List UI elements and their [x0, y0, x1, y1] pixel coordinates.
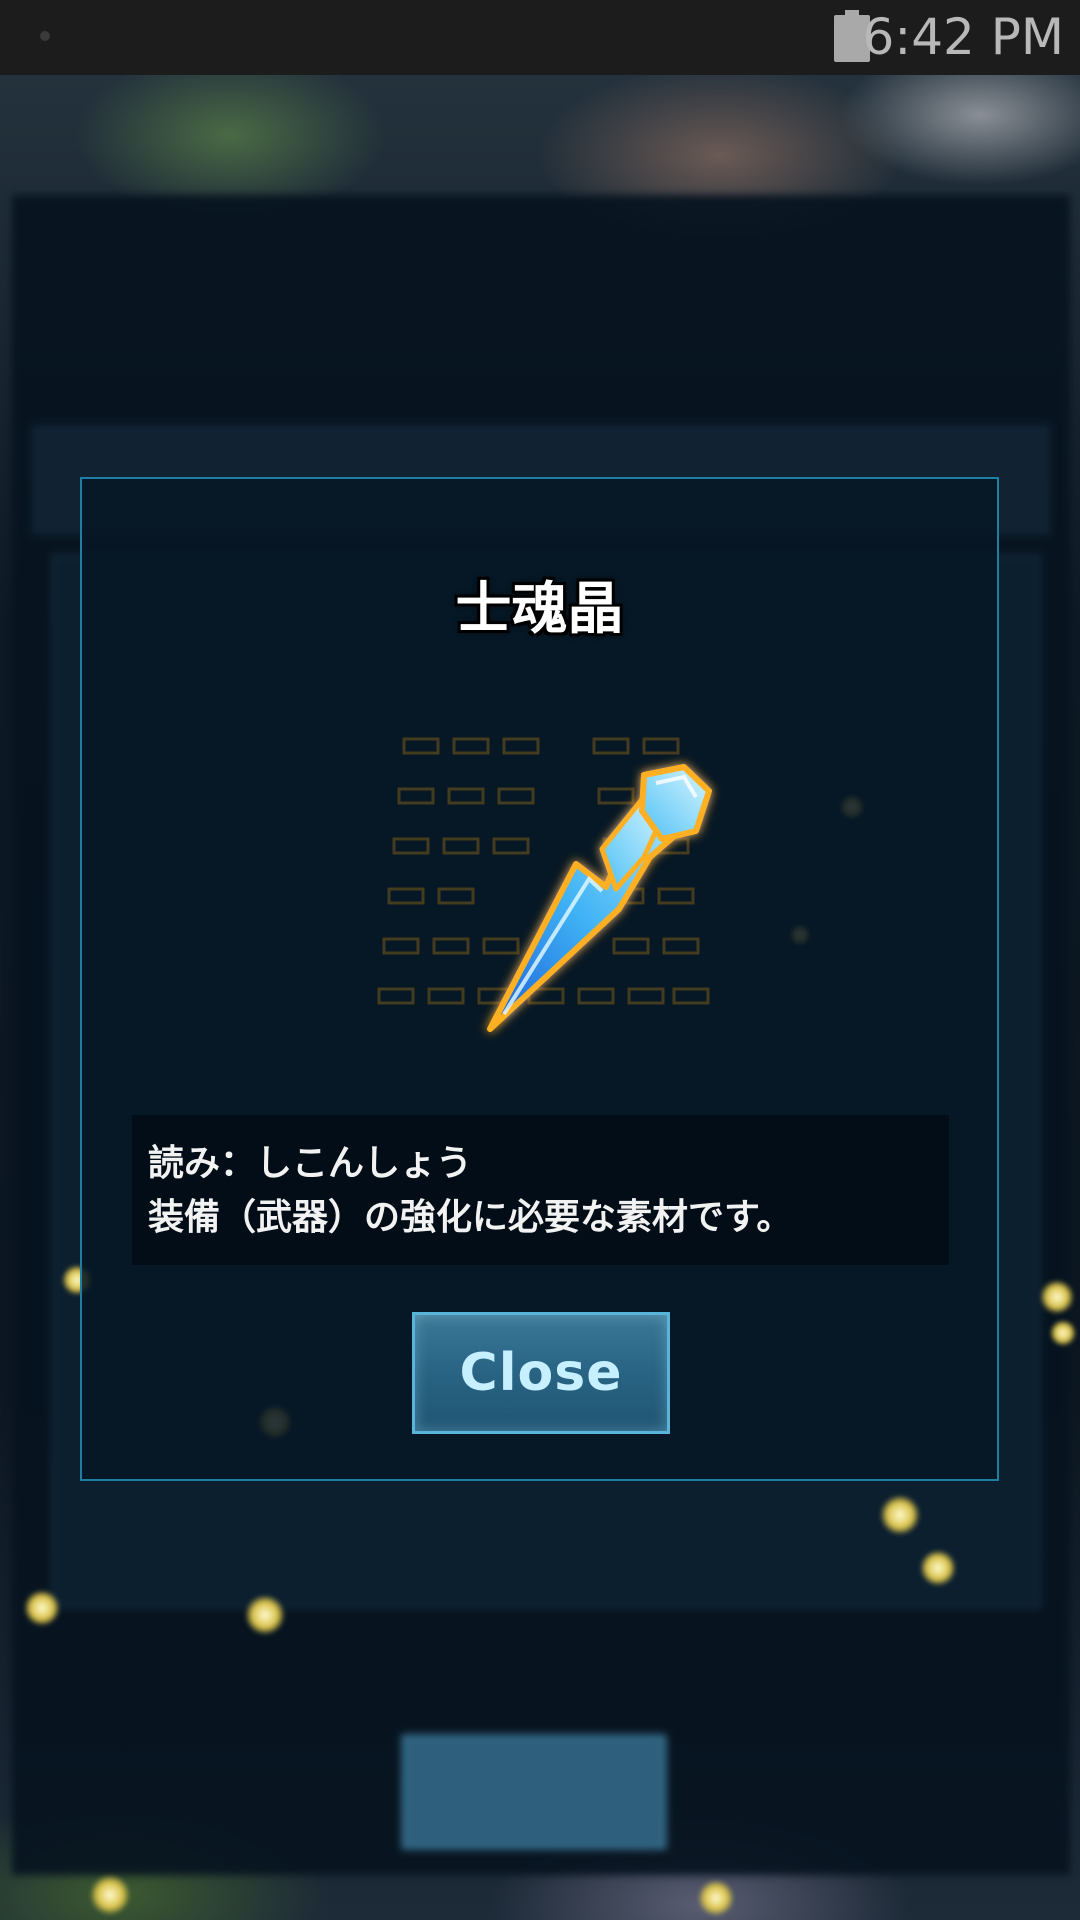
status-time: 6:42 PM: [862, 8, 1064, 66]
sparkle-icon: [880, 1495, 920, 1535]
sparkle-icon: [920, 1550, 956, 1586]
sparkle-icon: [245, 1595, 285, 1635]
close-button-label: Close: [459, 1343, 623, 1403]
item-name: 士魂晶: [455, 577, 624, 642]
blue-crystal-shard-icon: [377, 737, 712, 1032]
game-screen: 6:42 PM 士魂晶 読み：しこんしょう 装備（武器）の強化に必要な素材です。…: [0, 0, 1080, 1920]
sparkle-icon: [1050, 1320, 1076, 1346]
status-bar: 6:42 PM: [0, 0, 1080, 75]
sparkle-icon: [90, 1875, 130, 1915]
item-description-text: 装備（武器）の強化に必要な素材です。: [148, 1197, 793, 1238]
background-button: [402, 1735, 666, 1849]
item-description: 読み：しこんしょう 装備（武器）の強化に必要な素材です。: [132, 1115, 949, 1265]
notification-dot-icon: [40, 31, 50, 41]
close-button[interactable]: Close: [412, 1312, 670, 1434]
sparkle-icon: [24, 1590, 60, 1626]
sparkle-icon: [1040, 1280, 1074, 1314]
sparkle-icon: [698, 1880, 734, 1916]
item-detail-dialog: 士魂晶 読み：しこんしょう 装備（武器）の強化に必要な素材です。 Close: [80, 477, 999, 1481]
item-reading-text: 読み：しこんしょう: [148, 1143, 473, 1184]
